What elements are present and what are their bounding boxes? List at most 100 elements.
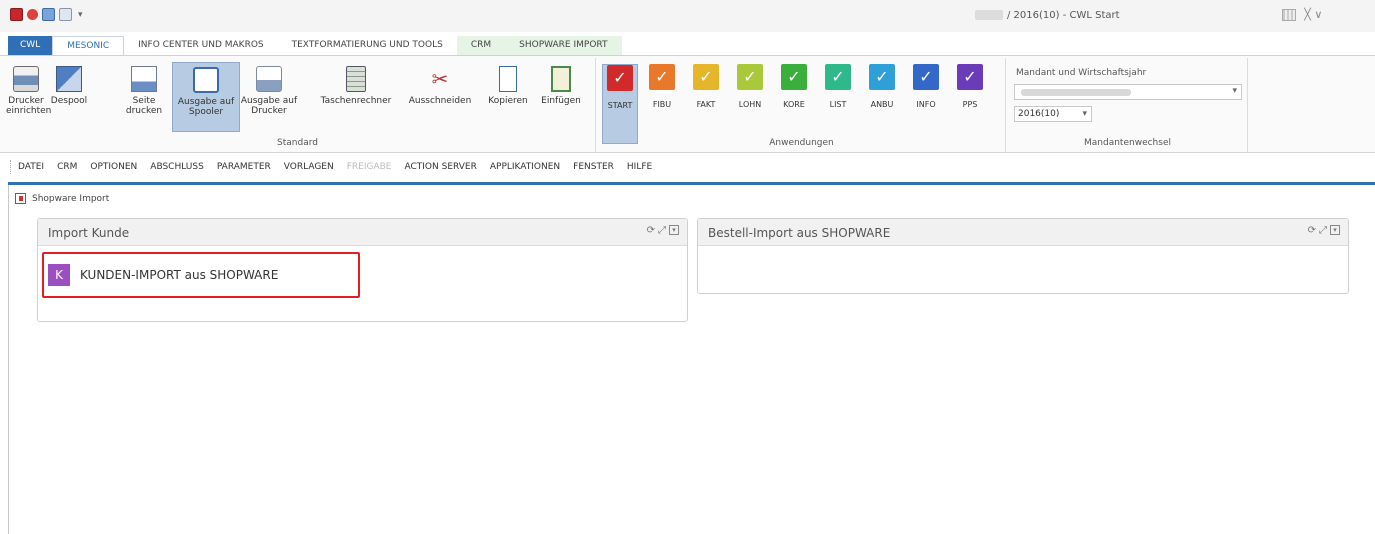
app-pps-label: PPS bbox=[962, 100, 978, 109]
window-title-text: / 2016(10) - CWL Start bbox=[1007, 10, 1120, 21]
tab-mesonic[interactable]: MESONIC bbox=[52, 36, 125, 55]
tab-crm[interactable]: CRM bbox=[456, 36, 506, 55]
paste-icon bbox=[551, 66, 571, 92]
app-pps[interactable]: ✓ PPS bbox=[952, 64, 988, 109]
group-mandantenwechsel-label: Mandantenwechsel bbox=[1084, 138, 1171, 148]
document-window: Shopware Import Import Kunde ⟳ ⤢ ▾ K KUN… bbox=[8, 185, 1375, 534]
expand-icon[interactable]: ⤢ bbox=[658, 225, 666, 236]
refresh-icon[interactable]: ⟳ bbox=[647, 225, 655, 236]
ausgabe-drucker-label: Ausgabe auf Drucker bbox=[240, 96, 298, 116]
menu-action-server[interactable]: ACTION SERVER bbox=[405, 162, 477, 172]
scissors-icon: ✂ bbox=[431, 67, 449, 91]
app-fibu-label: FIBU bbox=[652, 100, 672, 109]
title-bar: ▾ / 2016(10) - CWL Start ╳ ∨ bbox=[0, 0, 1375, 32]
mandant-title: Mandant und Wirtschaftsjahr bbox=[1016, 68, 1147, 78]
app-start-label: START bbox=[607, 101, 633, 110]
print-output-icon bbox=[256, 66, 282, 92]
expand-icon[interactable]: ⤢ bbox=[1319, 225, 1327, 236]
document-title: Shopware Import bbox=[15, 193, 109, 204]
despool-icon bbox=[56, 66, 82, 92]
menu-grip bbox=[10, 160, 12, 174]
menu-optionen[interactable]: OPTIONEN bbox=[90, 162, 137, 172]
pin-icon[interactable] bbox=[27, 9, 38, 20]
app-list-label: LIST bbox=[829, 100, 847, 109]
menu-abschluss[interactable]: ABSCHLUSS bbox=[150, 162, 204, 172]
panel-header: Import Kunde ⟳ ⤢ ▾ bbox=[38, 219, 687, 246]
menu-bar: DATEI CRM OPTIONEN ABSCHLUSS PARAMETER V… bbox=[0, 156, 1375, 178]
ausgabe-spooler-button[interactable]: Ausgabe auf Spooler bbox=[172, 62, 240, 132]
tab-cwl[interactable]: CWL bbox=[8, 36, 53, 55]
app-info[interactable]: ✓ INFO bbox=[908, 64, 944, 109]
einfuegen-label: Einfügen bbox=[541, 96, 581, 106]
menu-vorlagen[interactable]: VORLAGEN bbox=[284, 162, 334, 172]
fakt-icon: ✓ bbox=[693, 64, 719, 90]
redacted-mandant bbox=[1021, 89, 1131, 96]
year-select[interactable]: 2016(10) ▾ bbox=[1014, 106, 1092, 122]
seite-drucken-label: Seite drucken bbox=[125, 96, 163, 116]
year-select-value: 2016(10) bbox=[1018, 109, 1060, 119]
seite-drucken-button[interactable]: Seite drucken bbox=[120, 66, 168, 116]
app-fibu[interactable]: ✓ FIBU bbox=[644, 64, 680, 109]
kopieren-label: Kopieren bbox=[488, 96, 528, 106]
ausgabe-drucker-button[interactable]: Ausgabe auf Drucker bbox=[240, 66, 298, 116]
ribbon-tabs: CWL MESONIC INFO CENTER UND MAKROS TEXTF… bbox=[0, 36, 760, 55]
app-anbu[interactable]: ✓ ANBU bbox=[864, 64, 900, 109]
ribbon: Drucker einrichten Despool Seite drucken… bbox=[0, 55, 1375, 153]
ausschneiden-button[interactable]: ✂ Ausschneiden bbox=[400, 66, 480, 106]
app-list[interactable]: ✓ LIST bbox=[820, 64, 856, 109]
collapse-icon[interactable]: ▾ bbox=[1330, 225, 1340, 235]
refresh-icon[interactable]: ⟳ bbox=[1308, 225, 1316, 236]
app-start[interactable]: ✓ START bbox=[602, 64, 638, 144]
tab-shopware-import[interactable]: SHOPWARE IMPORT bbox=[505, 36, 622, 55]
group-anwendungen: ✓ START ✓ FIBU ✓ FAKT ✓ LOHN ✓ KORE ✓ LI… bbox=[598, 58, 1006, 152]
pps-icon: ✓ bbox=[957, 64, 983, 90]
list-icon: ✓ bbox=[825, 64, 851, 90]
menu-datei[interactable]: DATEI bbox=[18, 162, 44, 172]
printer-icon bbox=[13, 66, 39, 92]
app-info-label: INFO bbox=[916, 100, 936, 109]
print-icon[interactable] bbox=[59, 8, 72, 21]
window-controls-text[interactable]: ╳ ∨ bbox=[1302, 8, 1322, 21]
despool-button[interactable]: Despool bbox=[48, 66, 90, 106]
menu-parameter[interactable]: PARAMETER bbox=[217, 162, 271, 172]
copy-icon bbox=[499, 66, 517, 92]
spooler-icon bbox=[193, 67, 219, 93]
einfuegen-button[interactable]: Einfügen bbox=[534, 66, 588, 106]
app-kore-label: KORE bbox=[783, 100, 805, 109]
app-lohn[interactable]: ✓ LOHN bbox=[732, 64, 768, 109]
customize-quick-access-icon[interactable]: ▾ bbox=[78, 10, 83, 20]
drucker-einrichten-button[interactable]: Drucker einrichten bbox=[6, 66, 51, 116]
app-lohn-label: LOHN bbox=[738, 100, 762, 109]
calculator-icon bbox=[346, 66, 366, 92]
menu-hilfe[interactable]: HILFE bbox=[627, 162, 652, 172]
panel-tools: ⟳ ⤢ ▾ bbox=[647, 225, 679, 236]
group-standard: Drucker einrichten Despool Seite drucken… bbox=[0, 58, 596, 152]
ausschneiden-label: Ausschneiden bbox=[408, 96, 472, 106]
collapse-icon[interactable]: ▾ bbox=[669, 225, 679, 235]
layout-icon[interactable] bbox=[1282, 8, 1296, 21]
kore-icon: ✓ bbox=[781, 64, 807, 90]
kopieren-button[interactable]: Kopieren bbox=[480, 66, 536, 106]
app-logo-icon bbox=[10, 8, 23, 21]
menu-fenster[interactable]: FENSTER bbox=[573, 162, 614, 172]
taschenrechner-button[interactable]: Taschenrechner bbox=[310, 66, 402, 106]
redacted-client bbox=[975, 10, 1003, 20]
tab-textformatierung[interactable]: TEXTFORMATIERUNG UND TOOLS bbox=[278, 36, 457, 55]
panel-title: Import Kunde bbox=[48, 226, 130, 240]
anbu-icon: ✓ bbox=[869, 64, 895, 90]
window-controls: ╳ ∨ bbox=[1282, 8, 1322, 21]
print-page-icon bbox=[131, 66, 157, 92]
panel-tools: ⟳ ⤢ ▾ bbox=[1308, 225, 1340, 236]
panel-bestell-import: Bestell-Import aus SHOPWARE ⟳ ⤢ ▾ bbox=[697, 218, 1349, 294]
menu-applikationen[interactable]: APPLIKATIONEN bbox=[490, 162, 560, 172]
kunden-import-tile[interactable]: K KUNDEN-IMPORT aus SHOPWARE bbox=[42, 252, 360, 298]
app-fakt[interactable]: ✓ FAKT bbox=[688, 64, 724, 109]
lohn-icon: ✓ bbox=[737, 64, 763, 90]
app-kore[interactable]: ✓ KORE bbox=[776, 64, 812, 109]
mandant-select[interactable]: ▾ bbox=[1014, 84, 1242, 100]
tab-info-center[interactable]: INFO CENTER UND MAKROS bbox=[124, 36, 278, 55]
taschenrechner-label: Taschenrechner bbox=[320, 96, 392, 106]
save-icon[interactable] bbox=[42, 8, 55, 21]
menu-crm[interactable]: CRM bbox=[57, 162, 77, 172]
ausgabe-spooler-label: Ausgabe auf Spooler bbox=[177, 97, 235, 117]
